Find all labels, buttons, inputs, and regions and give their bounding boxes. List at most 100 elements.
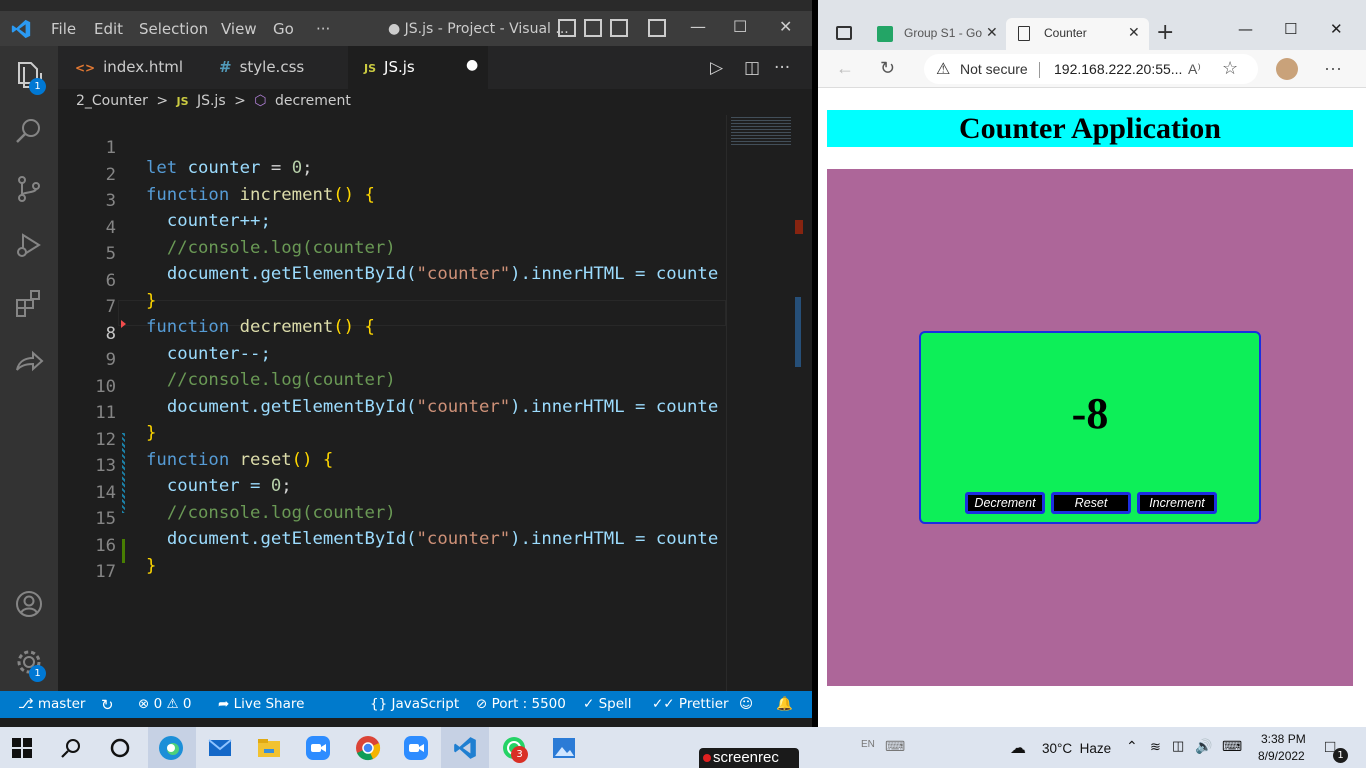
- branch-status[interactable]: ⎇ master: [18, 696, 85, 712]
- js-file-icon: JS: [364, 62, 377, 75]
- code-line: 5 document.getElementById("counter").inn…: [58, 221, 726, 284]
- live-share-icon[interactable]: [13, 348, 45, 380]
- task-view-icon[interactable]: [109, 737, 131, 759]
- more-actions-icon[interactable]: ···: [774, 58, 790, 78]
- read-aloud-icon[interactable]: A⁾: [1188, 61, 1201, 78]
- windows-start-icon[interactable]: [12, 738, 32, 758]
- browser-toolbar: ← ↻ ⚠ Not secure 192.168.222.20:55... A⁾…: [818, 50, 1366, 88]
- edge-browser-icon[interactable]: [158, 735, 184, 761]
- show-hidden-icons-icon[interactable]: ⌃: [1126, 738, 1138, 755]
- search-icon[interactable]: [60, 737, 82, 759]
- extensions-icon[interactable]: [13, 288, 45, 320]
- back-arrow-icon[interactable]: ←: [836, 58, 854, 79]
- wifi-icon[interactable]: ≋: [1150, 739, 1161, 755]
- menu-edit[interactable]: Edit: [94, 20, 123, 38]
- breadcrumb-folder[interactable]: 2_Counter: [76, 93, 148, 109]
- breadcrumb-file[interactable]: JS.js: [197, 93, 226, 109]
- zoom-meeting-icon[interactable]: [403, 735, 429, 761]
- chrome-icon[interactable]: [355, 735, 381, 761]
- spell-status[interactable]: ✓ Spell: [583, 696, 632, 712]
- explorer-badge: 1: [29, 78, 46, 95]
- maximize-icon[interactable]: ☐: [733, 17, 747, 36]
- clock-date[interactable]: 8/9/2022: [1258, 749, 1305, 763]
- browser-tab-counter[interactable]: Counter ✕: [1006, 18, 1149, 50]
- minimap[interactable]: [726, 115, 812, 691]
- notifications-bell-icon[interactable]: 🔔: [776, 696, 793, 712]
- minimap-slider[interactable]: [795, 297, 801, 367]
- record-dot-icon: [703, 754, 711, 762]
- menu-go[interactable]: Go: [273, 20, 294, 38]
- source-control-icon[interactable]: [13, 173, 45, 205]
- new-tab-icon[interactable]: +: [1156, 20, 1174, 45]
- tab-index-html[interactable]: <> index.html: [58, 46, 198, 89]
- tab-actions-icon[interactable]: [836, 26, 852, 40]
- file-explorer-icon[interactable]: [256, 735, 282, 761]
- increment-button[interactable]: Increment: [1137, 492, 1217, 514]
- code-line: 10 document.getElementById("counter").in…: [58, 354, 726, 417]
- vscode-taskbar-icon[interactable]: [452, 735, 478, 761]
- breadcrumb-symbol[interactable]: decrement: [275, 93, 351, 109]
- close-tab-icon[interactable]: ✕: [1128, 24, 1140, 41]
- weather-icon[interactable]: ☁: [1010, 738, 1026, 758]
- more-menu-icon[interactable]: ···: [1324, 58, 1342, 79]
- feedback-icon[interactable]: ☺: [739, 696, 753, 712]
- tab-style-css[interactable]: # style.css: [198, 46, 348, 89]
- customize-layout-icon[interactable]: [648, 19, 666, 37]
- tab-label: Group S1 - Go: [904, 26, 983, 40]
- keyboard-icon[interactable]: ⌨: [885, 738, 905, 755]
- search-icon[interactable]: [13, 115, 45, 147]
- url-text[interactable]: 192.168.222.20:55...: [1054, 61, 1182, 77]
- vscode-titlebar: File Edit Selection View Go ··· ● JS.js …: [0, 11, 812, 46]
- not-secure-label[interactable]: Not secure: [960, 61, 1028, 77]
- page-title: Counter Application: [827, 110, 1353, 147]
- screenrec-watermark: screenrec: [699, 748, 799, 768]
- input-method-icon[interactable]: ⌨: [1222, 738, 1242, 755]
- volume-icon[interactable]: 🔊: [1195, 738, 1212, 755]
- favorites-star-icon[interactable]: ☆: [1222, 58, 1238, 79]
- battery-icon[interactable]: ◫: [1172, 738, 1184, 754]
- warning-icon: ⚠: [166, 696, 179, 712]
- code-editor[interactable]: 1 let counter = 0; 2 function increment(…: [58, 115, 726, 691]
- profile-avatar[interactable]: [1276, 58, 1298, 80]
- menu-file[interactable]: File: [51, 20, 76, 38]
- browser-tab-group-s1[interactable]: Group S1 - Go ✕: [868, 18, 1001, 50]
- go-live-port[interactable]: ⊘ Port : 5500: [476, 696, 566, 712]
- split-editor-icon[interactable]: ◫: [744, 58, 760, 78]
- mail-icon[interactable]: [207, 735, 233, 761]
- zoom-app-icon[interactable]: [305, 735, 331, 761]
- web-page: Counter Application -8 Decrement Reset I…: [818, 88, 1366, 727]
- code-line: 1 let counter = 0;: [58, 115, 726, 178]
- accounts-icon[interactable]: [13, 588, 45, 620]
- reset-button[interactable]: Reset: [1051, 492, 1131, 514]
- problems-status[interactable]: ⊗ 0 ⚠ 0: [138, 696, 192, 712]
- toggle-panel-icon[interactable]: [584, 19, 602, 37]
- close-icon[interactable]: ✕: [1330, 20, 1343, 38]
- minimize-icon[interactable]: —: [690, 17, 706, 36]
- close-icon[interactable]: ✕: [779, 17, 792, 36]
- prettier-status[interactable]: ✓✓ Prettier: [652, 696, 729, 712]
- toggle-secondary-sidebar-icon[interactable]: [610, 19, 628, 37]
- unsaved-dot-icon[interactable]: ●: [466, 57, 478, 73]
- photos-icon[interactable]: [551, 735, 577, 761]
- run-icon[interactable]: ▷: [710, 58, 723, 78]
- weather-text[interactable]: 30°C Haze: [1042, 741, 1111, 756]
- sync-icon[interactable]: ↻: [101, 696, 114, 714]
- live-share-status[interactable]: ➦ Live Share: [218, 696, 304, 712]
- tab-js-js[interactable]: JS JS.js ●: [348, 46, 488, 89]
- menu-view[interactable]: View: [221, 20, 257, 38]
- close-tab-icon[interactable]: ✕: [986, 24, 998, 41]
- settings-badge: 1: [29, 665, 46, 682]
- run-debug-icon[interactable]: [13, 229, 45, 261]
- menu-more[interactable]: ···: [316, 20, 330, 38]
- decrement-button[interactable]: Decrement: [965, 492, 1045, 514]
- toggle-primary-sidebar-icon[interactable]: [558, 19, 576, 37]
- clock-time[interactable]: 3:38 PM: [1261, 732, 1306, 746]
- code-line: 6 }: [58, 248, 726, 311]
- code-line: 4 //console.log(counter): [58, 195, 726, 258]
- maximize-icon[interactable]: ☐: [1284, 20, 1297, 38]
- language-mode[interactable]: {} JavaScript: [370, 696, 459, 712]
- language-indicator[interactable]: EN: [861, 739, 875, 750]
- menu-selection[interactable]: Selection: [139, 20, 208, 38]
- minimize-icon[interactable]: —: [1238, 20, 1253, 38]
- refresh-icon[interactable]: ↻: [880, 58, 895, 79]
